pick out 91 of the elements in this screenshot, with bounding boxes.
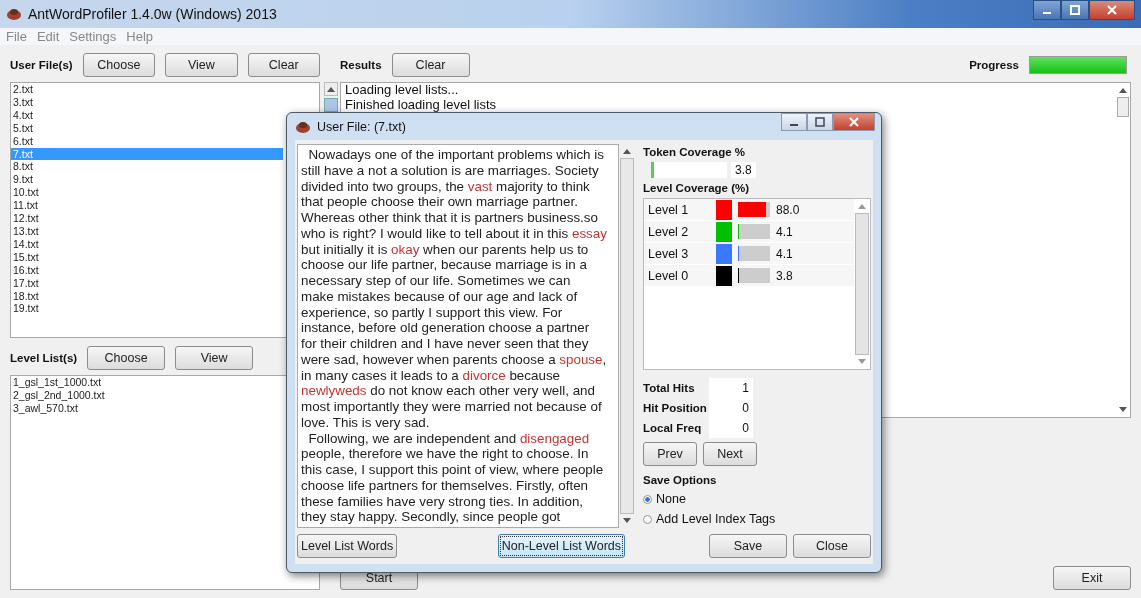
toolbar-button[interactable]: Choose bbox=[87, 346, 166, 370]
list-entry[interactable]: 14.txt bbox=[11, 237, 283, 251]
radio-button[interactable] bbox=[643, 514, 652, 524]
scroll-up-icon[interactable] bbox=[324, 82, 338, 96]
radio-button[interactable] bbox=[643, 494, 652, 504]
nav-button[interactable]: Next bbox=[703, 442, 757, 466]
radio-label[interactable]: Add Level Index Tags bbox=[656, 512, 776, 526]
stat-value: 0 bbox=[709, 418, 753, 438]
stat-label: Hit Position bbox=[643, 402, 708, 414]
dialog-button[interactable]: Save bbox=[709, 534, 787, 558]
list-entry[interactable]: 19.txt bbox=[11, 302, 283, 316]
scrollbar-thumb[interactable] bbox=[324, 98, 338, 112]
close-icon bbox=[849, 117, 859, 127]
level-list-item[interactable]: 3_awl_570.txt bbox=[11, 401, 283, 415]
coverage-value: 3.8 bbox=[775, 268, 793, 283]
list-entry[interactable]: 8.txt bbox=[11, 160, 283, 174]
toolbar-button[interactable]: View bbox=[165, 53, 238, 77]
log-line: Finished loading level lists bbox=[345, 97, 498, 112]
scrollbar-thumb[interactable] bbox=[620, 158, 635, 514]
word-list-button[interactable]: Level List Words bbox=[297, 534, 398, 558]
exit-button[interactable]: Exit bbox=[1053, 566, 1131, 590]
word-list-button[interactable]: Non-Level List Words bbox=[497, 534, 625, 558]
level-coverage-bar bbox=[738, 202, 770, 217]
toolbar-button[interactable]: Choose bbox=[82, 53, 156, 77]
minimize-icon bbox=[790, 124, 798, 126]
level-name: Level 3 bbox=[647, 246, 690, 261]
progress-label: Progress bbox=[969, 59, 1019, 71]
app-icon bbox=[295, 119, 311, 134]
clear-button[interactable]: Clear bbox=[391, 53, 470, 77]
minimize-icon bbox=[1043, 12, 1051, 14]
essay-text: Nowadays one of the important problems which is still have a not a solution is are marriages. Society divided into two groups, the vast majority to think that people choose their own marriage partner. Whereas other think that it is partners business.so who is right? I would like to tell about it in this essay but initially it is okay when our parents help us to choose our life partner, because marriage is in a necessary step of our life. Sometimes we can make mistakes because of our age and lack of experience, so partly I support this view. For instance, before old generation choose a partner for their children and I have never seen that they were sad, however when parents choose a spouse, in many cases it leads to a divorce because newlyweds do not know each other very well, and most importantly they were married not because of love. This is very sad. Following, we are independent and disengaged people, therefore we have the right to choose. In this case, I support this point of view, where people choose life partners for themselves. Firstly, often these families have very strong ties. In addition, they stay happy. Secondly, since people got bbox=[297, 144, 620, 528]
list-entry[interactable]: 3.txt bbox=[11, 95, 283, 109]
coverage-value: 4.1 bbox=[775, 246, 793, 261]
list-entry[interactable]: 13.txt bbox=[11, 224, 283, 238]
list-entry[interactable]: 9.txt bbox=[11, 173, 283, 187]
list-entry[interactable]: 10.txt bbox=[11, 186, 283, 200]
coverage-value: 4.1 bbox=[775, 224, 793, 239]
list-entry[interactable]: 15.txt bbox=[11, 250, 283, 264]
stat-value: 1 bbox=[709, 378, 753, 398]
list-entry[interactable]: 4.txt bbox=[11, 108, 283, 122]
list-entry[interactable]: 18.txt bbox=[11, 289, 283, 303]
level-coverage-label: Level Coverage (%) bbox=[643, 182, 751, 194]
scroll-up-icon[interactable] bbox=[623, 148, 632, 154]
level-name: Level 2 bbox=[647, 224, 690, 239]
close-button[interactable] bbox=[833, 113, 875, 131]
level-name: Level 0 bbox=[647, 268, 690, 283]
list-entry[interactable]: 2.txt bbox=[11, 83, 283, 96]
level-list-item[interactable]: 2_gsl_2nd_1000.txt bbox=[11, 388, 283, 402]
coverage-value: 3.8 bbox=[731, 162, 756, 178]
maximize-button[interactable] bbox=[807, 113, 833, 131]
stat-label: Total Hits bbox=[643, 382, 696, 394]
scrollbar-thumb[interactable] bbox=[1117, 97, 1129, 117]
list-entry[interactable]: 5.txt bbox=[11, 121, 283, 135]
section-label: Results bbox=[340, 59, 382, 71]
scrollbar-thumb[interactable] bbox=[855, 213, 869, 355]
app-icon bbox=[6, 7, 22, 21]
toolbar-button[interactable]: Clear bbox=[247, 53, 320, 77]
level-coverage-bar bbox=[738, 246, 770, 261]
level-coverage-bar bbox=[738, 224, 770, 239]
maximize-button[interactable] bbox=[1061, 0, 1089, 20]
level-list-item[interactable]: 1_gsl_1st_1000.txt bbox=[11, 376, 283, 389]
level-coverage-bar bbox=[738, 268, 770, 283]
list-entry[interactable]: 17.txt bbox=[11, 276, 283, 290]
minimize-button[interactable] bbox=[781, 113, 807, 131]
minimize-button[interactable] bbox=[1033, 0, 1061, 20]
section-label: Level List(s) bbox=[10, 352, 78, 364]
list-entry[interactable]: 6.txt bbox=[11, 134, 283, 148]
maximize-icon bbox=[815, 117, 825, 127]
close-icon bbox=[1107, 5, 1117, 15]
radio-label[interactable]: None bbox=[656, 492, 686, 506]
window-title: AntWordProfiler 1.4.0w (Windows) 2013 bbox=[28, 6, 277, 22]
close-button[interactable] bbox=[1089, 0, 1135, 20]
scroll-up-icon[interactable] bbox=[1119, 87, 1127, 93]
nav-button[interactable]: Prev bbox=[643, 442, 697, 466]
dialog-title: User File: (7.txt) bbox=[317, 119, 406, 134]
dialog-button[interactable]: Close bbox=[793, 534, 871, 558]
level-name: Level 1 bbox=[647, 202, 690, 217]
token-coverage-label: Token Coverage % bbox=[643, 146, 747, 158]
coverage-value: 88.0 bbox=[775, 202, 800, 217]
stat-label: Local Freq bbox=[643, 422, 703, 434]
list-entry[interactable]: 16.txt bbox=[11, 263, 283, 277]
list-entry[interactable]: 12.txt bbox=[11, 212, 283, 225]
toolbar-button[interactable]: View bbox=[175, 346, 254, 370]
scroll-down-icon[interactable] bbox=[623, 518, 632, 524]
log-line: Loading level lists... bbox=[345, 83, 460, 98]
save-options-label: Save Options bbox=[643, 474, 718, 486]
maximize-icon bbox=[1070, 5, 1080, 15]
stat-value: 0 bbox=[709, 398, 753, 418]
scroll-down-icon[interactable] bbox=[1119, 407, 1127, 413]
list-entry[interactable]: 11.txt bbox=[11, 199, 283, 213]
section-label: User File(s) bbox=[10, 59, 73, 71]
